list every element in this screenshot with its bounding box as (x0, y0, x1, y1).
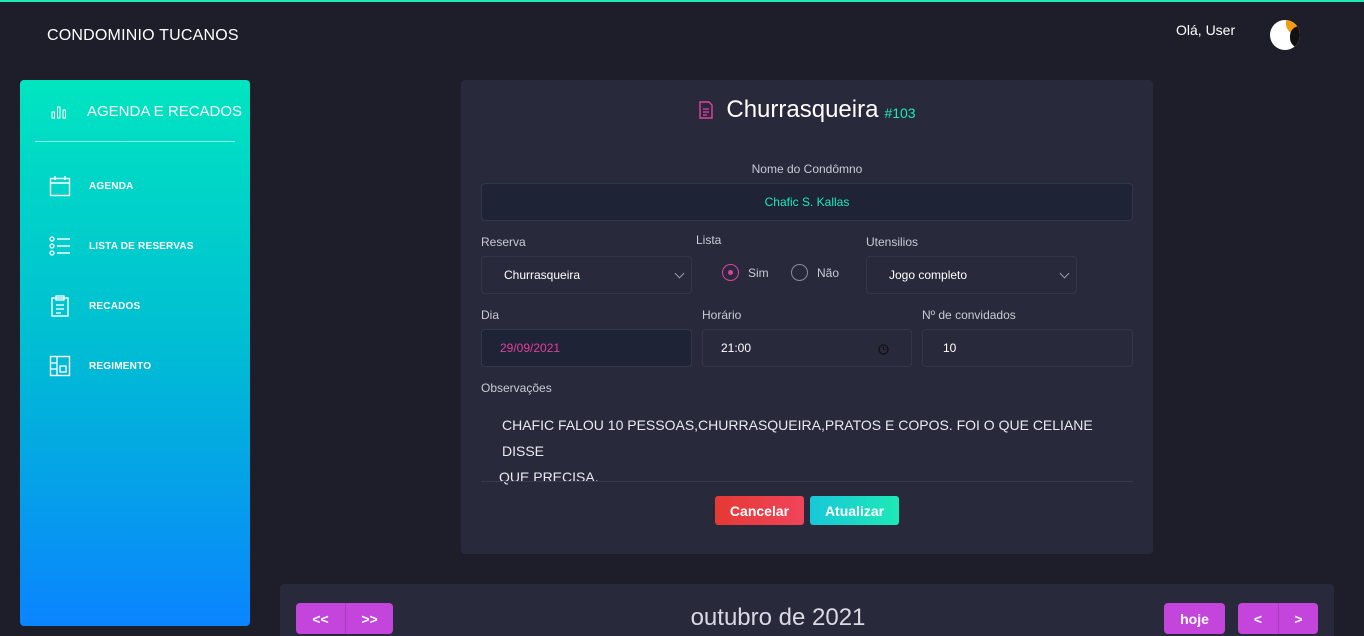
sidebar-item-lista-de-reservas[interactable]: LISTA DE RESERVAS (20, 226, 250, 266)
convidados-label: Nº de convidados (922, 308, 1016, 322)
horario-label: Horário (702, 308, 742, 322)
lista-radio-sim[interactable]: Sim (722, 264, 769, 281)
nome-value: Chafic S. Kallas (764, 195, 850, 209)
reserva-label: Reserva (481, 235, 526, 249)
calendar-icon (49, 175, 71, 197)
reserva-select[interactable]: Churrasqueira (481, 256, 692, 294)
next-month-button[interactable]: > (1279, 603, 1318, 634)
list-icon (49, 235, 71, 257)
nome-field[interactable]: Chafic S. Kallas (481, 183, 1133, 221)
observacoes-line: CHAFIC FALOU 10 PESSOAS,CHURRASQUEIRA,PR… (502, 417, 1093, 459)
convidados-field[interactable]: 10 (922, 329, 1133, 367)
horario-field[interactable]: 21:00 (702, 329, 912, 367)
observacoes-label: Observações (481, 381, 552, 395)
sidebar-item-regimento[interactable]: REGIMENTO (20, 346, 250, 386)
chevron-down-icon (674, 268, 685, 279)
user-greeting: Olá, User (1176, 22, 1236, 38)
card-title-text: Churrasqueira (726, 96, 879, 123)
horario-value: 21:00 (721, 341, 752, 355)
dia-label: Dia (481, 308, 500, 322)
cancel-button[interactable]: Cancelar (715, 496, 804, 525)
lista-sim-label: Sim (748, 265, 769, 280)
sidebar-header: AGENDA E RECADOS (20, 80, 250, 142)
calendar-month-title: outubro de 2021 (690, 604, 866, 631)
lista-nao-label: Não (817, 265, 840, 280)
nome-label: Nome do Condômno (751, 162, 863, 176)
top-accent-line (0, 0, 1364, 2)
clipboard-icon (49, 295, 71, 317)
user-avatar[interactable] (1270, 20, 1300, 50)
reserva-value: Churrasqueira (504, 268, 581, 282)
observacoes-textarea[interactable]: CHAFIC FALOU 10 PESSOAS,CHURRASQUEIRA,PR… (499, 412, 1119, 490)
layout-icon (49, 355, 71, 377)
card-divider (481, 481, 1133, 482)
convidados-value: 10 (943, 341, 957, 355)
sidebar-item-agenda[interactable]: AGENDA (20, 166, 250, 206)
app-brand: CONDOMINIO TUCANOS (47, 27, 239, 44)
radio-unselected-indicator (791, 264, 808, 281)
prev-month-button[interactable]: < (1238, 603, 1278, 634)
sidebar-item-label: AGENDA (89, 180, 134, 192)
document-icon (699, 101, 714, 119)
observacoes-line: QUE PRECISA. (499, 469, 599, 485)
sidebar-title: AGENDA E RECADOS (87, 102, 243, 120)
today-button[interactable]: hoje (1164, 603, 1225, 634)
dia-field[interactable]: 29/09/2021 (481, 329, 692, 367)
sidebar: AGENDA E RECADOS AGENDA LISTA DE RESERVA… (20, 80, 250, 626)
sidebar-item-label: RECADOS (89, 300, 141, 312)
sidebar-item-label: LISTA DE RESERVAS (89, 240, 194, 252)
sidebar-item-label: REGIMENTO (89, 360, 152, 372)
chevron-down-icon (1059, 268, 1070, 279)
lista-label: Lista (696, 233, 722, 247)
toucan-head-shape (1290, 26, 1300, 48)
radio-selected-indicator (722, 264, 739, 281)
utensilios-select[interactable]: Jogo completo (866, 256, 1077, 294)
sidebar-item-recados[interactable]: RECADOS (20, 286, 250, 326)
lista-radio-nao[interactable]: Não (791, 264, 839, 281)
bar-chart-icon (51, 106, 66, 119)
reservation-number: #103 (884, 105, 916, 121)
clock-icon[interactable] (878, 344, 889, 355)
update-button[interactable]: Atualizar (810, 496, 899, 525)
utensilios-label: Utensilios (866, 235, 919, 249)
sidebar-divider (35, 141, 235, 142)
utensilios-value: Jogo completo (889, 268, 968, 282)
dia-value: 29/09/2021 (500, 341, 561, 355)
card-title: Churrasqueira #103 (461, 96, 1153, 124)
